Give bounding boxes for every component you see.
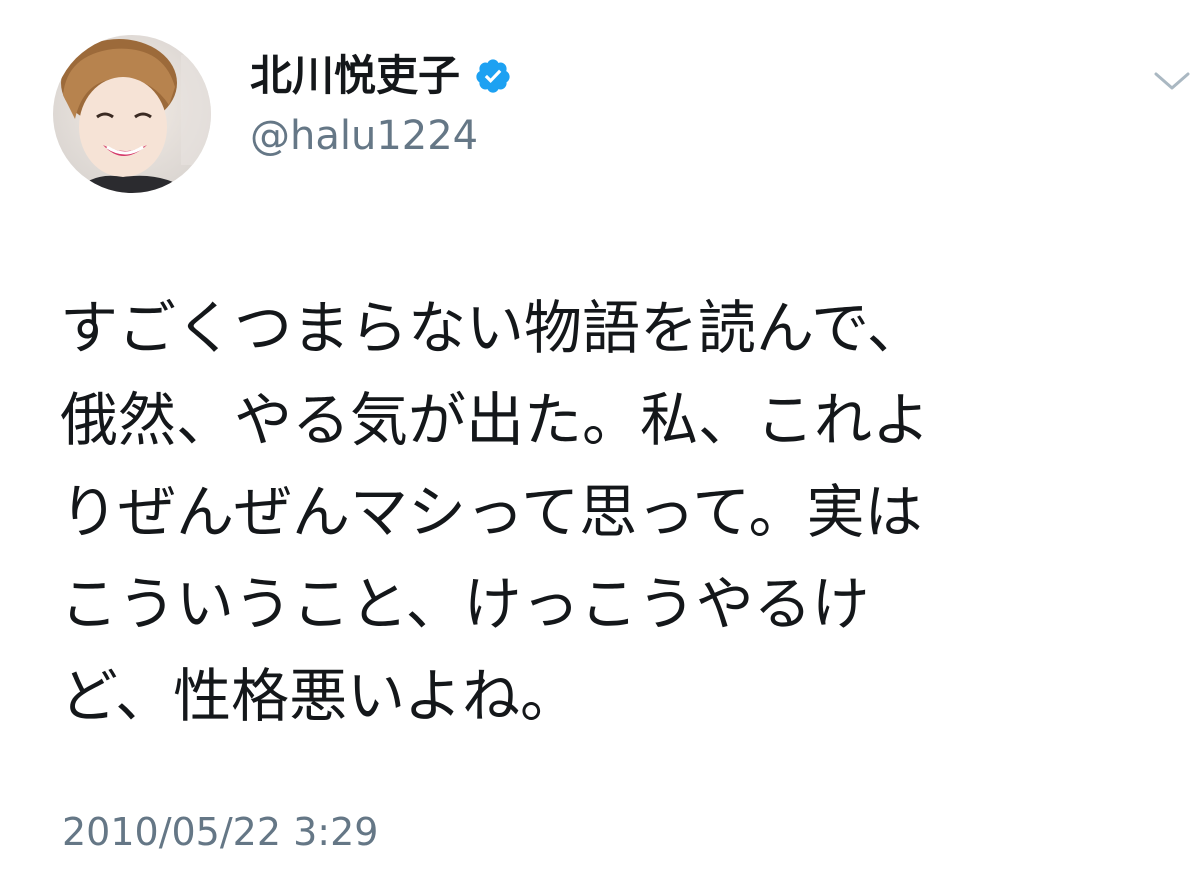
- user-handle[interactable]: @halu1224: [250, 108, 478, 164]
- tweet-timestamp[interactable]: 2010/05/22 3:29: [62, 806, 378, 858]
- avatar-image: [53, 35, 211, 193]
- tweet-card: 北川悦吏子 @halu1224 すごくつまらない物語を読んで、 俄然、やる気が出…: [0, 0, 1203, 876]
- avatar[interactable]: [53, 35, 211, 193]
- display-name[interactable]: 北川悦吏子: [250, 46, 460, 106]
- display-name-row[interactable]: 北川悦吏子: [250, 46, 512, 106]
- chevron-down-icon[interactable]: [1152, 66, 1192, 96]
- tweet-text: すごくつまらない物語を読んで、 俄然、やる気が出た。私、これよ りぜんぜんマシっ…: [60, 294, 931, 730]
- verified-badge-icon: [474, 57, 512, 95]
